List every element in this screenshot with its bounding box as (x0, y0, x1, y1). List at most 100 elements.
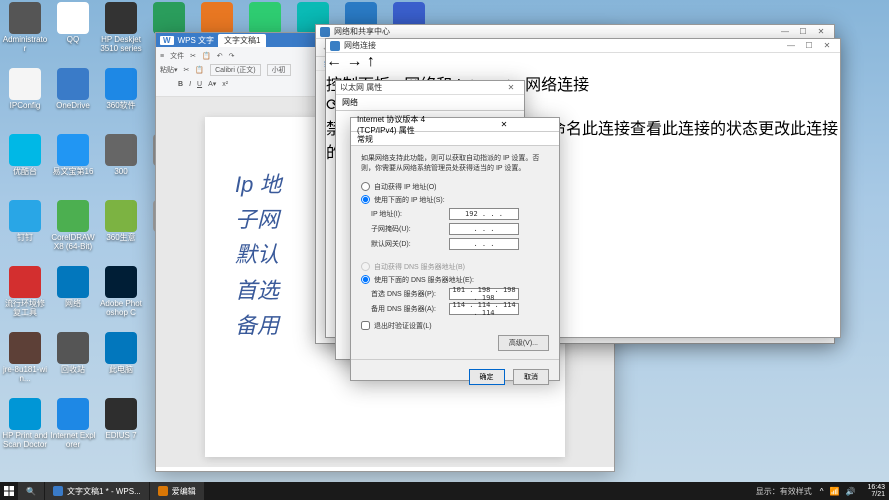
tray-up-icon[interactable]: ^ (820, 487, 824, 496)
ipv4-titlebar[interactable]: Internet 协议版本 4 (TCP/IPv4) 属性 ✕ (351, 118, 559, 132)
validate-checkbox-input[interactable] (361, 321, 370, 330)
radio-manual-dns[interactable]: 使用下面的 DNS 服务器地址(E): (361, 275, 549, 285)
windows-icon (4, 486, 14, 496)
taskbar-app-label: 爱编辑 (172, 486, 196, 497)
desktop-icon[interactable]: Adobe Photoshop C (98, 266, 144, 318)
desktop-icon[interactable] (194, 2, 240, 36)
close-button[interactable]: ✕ (455, 120, 553, 129)
taskbar-app-button[interactable]: 爱编辑 (150, 482, 204, 500)
desktop-icon[interactable]: jre-8u181-win... (2, 332, 48, 384)
radio-auto-dns-input (361, 262, 370, 271)
desktop-icon[interactable]: Internet Explorer (50, 398, 96, 450)
radio-auto-ip[interactable]: 自动获得 IP 地址(O) (361, 182, 549, 192)
ethprop-titlebar[interactable]: 以太网 属性 ✕ (336, 81, 524, 95)
ethprop-tab[interactable]: 网络 (336, 95, 524, 111)
underline-button[interactable]: U (197, 81, 202, 88)
desktop-icon[interactable]: 回收站 (50, 332, 96, 375)
desktop-icon[interactable]: 360软件 (98, 68, 144, 111)
dns2-input[interactable]: 114 . 114 . 114 . 114 (449, 303, 519, 315)
app-icon (57, 2, 89, 34)
app-icon (153, 2, 185, 34)
minimize-button[interactable]: — (776, 26, 794, 38)
app-icon (9, 266, 41, 298)
advanced-button[interactable]: 高级(V)... (498, 335, 549, 351)
icon-label: 360生意 (98, 234, 144, 243)
command-link[interactable]: 查看此连接的状态 (630, 121, 758, 138)
wps-doc-tab[interactable]: 文字文稿1 (218, 34, 266, 47)
app-icon (249, 2, 281, 34)
app-icon (105, 2, 137, 34)
bold-button[interactable]: B (178, 81, 183, 88)
icon-label: QQ (50, 36, 96, 45)
desktop-icon[interactable] (146, 2, 192, 36)
desktop-icon[interactable]: 360生意 (98, 200, 144, 243)
ip-input[interactable]: 192 . . . (449, 208, 519, 220)
wps-menu-file[interactable]: 文件 (170, 51, 184, 61)
icon-label: 钉钉 (2, 234, 48, 243)
app-icon (57, 68, 89, 100)
font-select[interactable]: Calibri (正文) (210, 64, 260, 76)
desktop-icon[interactable]: 易文宝第16 (50, 134, 96, 177)
close-button[interactable]: ✕ (812, 26, 830, 38)
gateway-input[interactable]: . . . (449, 238, 519, 250)
cancel-button[interactable]: 取消 (513, 369, 549, 385)
netcenter-titlebar[interactable]: 网络和共享中心 — ☐ ✕ (316, 25, 834, 39)
forward-button[interactable]: → (346, 53, 362, 70)
desktop-icon[interactable]: Administrator (2, 2, 48, 54)
desktop-icon[interactable]: IPConfig (2, 68, 48, 111)
netconn-titlebar[interactable]: 网络连接 — ☐ ✕ (326, 39, 840, 53)
close-button[interactable]: ✕ (502, 82, 520, 94)
desktop-icon[interactable]: EDIUS 7 (98, 398, 144, 441)
dns2-label: 备用 DNS 服务器(A): (371, 304, 449, 314)
icon-label: HP Print and Scan Doctor (2, 432, 48, 450)
desktop-icon[interactable]: OneDrive (50, 68, 96, 111)
ipv4-title: Internet 协议版本 4 (TCP/IPv4) 属性 (357, 114, 455, 136)
system-tray[interactable]: ^ 📶 🔊 (812, 487, 864, 496)
dns1-label: 首选 DNS 服务器(P): (371, 289, 449, 299)
taskbar-app-label: 文字文稿1 * - WPS... (67, 486, 141, 497)
italic-button[interactable]: I (189, 81, 191, 88)
icon-label: 360软件 (98, 102, 144, 111)
network-tray-icon[interactable]: 📶 (830, 487, 840, 496)
radio-manual-dns-input[interactable] (361, 275, 370, 284)
clock[interactable]: 16:43 7/21 (863, 484, 889, 498)
close-button[interactable]: ✕ (818, 40, 836, 52)
desktop-icon[interactable]: QQ (50, 2, 96, 45)
app-icon (9, 134, 41, 166)
desktop-icon[interactable]: 网络 (50, 266, 96, 309)
radio-manual-ip-input[interactable] (361, 195, 370, 204)
desktop-icon[interactable]: 优酷台 (2, 134, 48, 177)
desktop-icon[interactable]: 300 (98, 134, 144, 177)
app-icon (57, 266, 89, 298)
validate-checkbox[interactable]: 退出时验证设置(L) (361, 321, 549, 331)
radio-auto-ip-input[interactable] (361, 182, 370, 191)
desktop-icon[interactable]: 此电脑 (98, 332, 144, 375)
ipv4-properties-dialog: Internet 协议版本 4 (TCP/IPv4) 属性 ✕ 常规 如果网络支… (350, 117, 560, 381)
size-select[interactable]: 小初 (267, 64, 291, 76)
desktop-icon[interactable]: CorelDRAW X8 (64-Bit) (50, 200, 96, 252)
wps-app-name: WPS 文字 (178, 35, 214, 46)
maximize-button[interactable]: ☐ (794, 26, 812, 38)
maximize-button[interactable]: ☐ (800, 40, 818, 52)
desktop-icon[interactable]: HP Deskjet 3510 series (98, 2, 144, 54)
radio-manual-ip[interactable]: 使用下面的 IP 地址(S): (361, 195, 549, 205)
network-icon (320, 27, 330, 37)
dns1-input[interactable]: 101 . 198 . 198 . 198 (449, 288, 519, 300)
mask-input[interactable]: . . . (449, 223, 519, 235)
paste-button[interactable]: 粘贴▾ (160, 65, 178, 75)
desktop-icon[interactable]: 钉钉 (2, 200, 48, 243)
desktop-icon[interactable]: HP Print and Scan Doctor (2, 398, 48, 450)
up-button[interactable]: ↑ (367, 53, 375, 70)
ok-button[interactable]: 确定 (469, 369, 505, 385)
taskbar-app-button[interactable]: 文字文稿1 * - WPS... (45, 482, 149, 500)
breadcrumb-segment[interactable]: 网络连接 (525, 77, 589, 94)
volume-tray-icon[interactable]: 🔊 (846, 487, 856, 496)
desktop-icon[interactable] (242, 2, 288, 36)
desktop-icon[interactable]: 流行环境修复工具 (2, 266, 48, 318)
start-button[interactable] (0, 482, 18, 500)
icon-label: Administrator (2, 36, 48, 54)
back-button[interactable]: ← (326, 53, 342, 70)
minimize-button[interactable]: — (782, 40, 800, 52)
icon-label: 回收站 (50, 366, 96, 375)
search-button[interactable]: 🔍 (18, 482, 44, 500)
